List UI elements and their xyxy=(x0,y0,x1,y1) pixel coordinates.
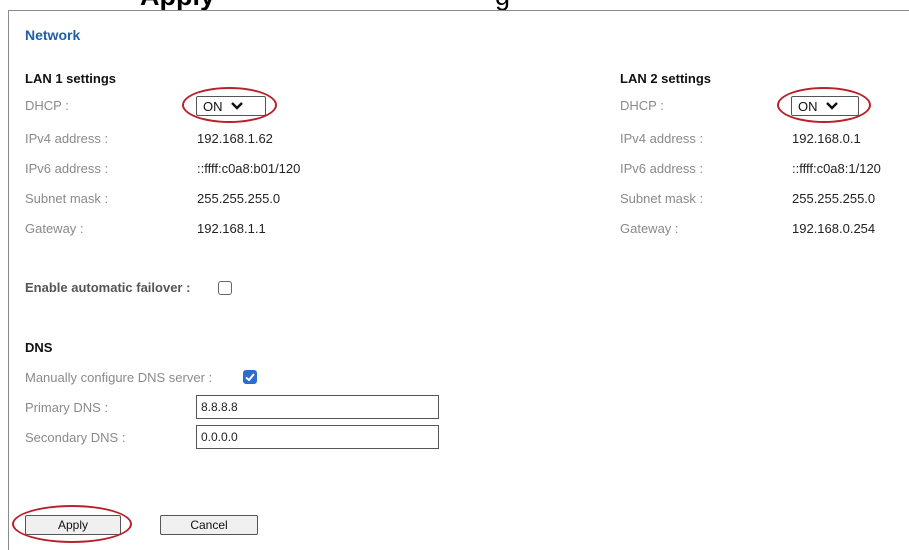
secondary-dns-input[interactable] xyxy=(196,425,439,449)
apply-button-label: Apply xyxy=(57,518,89,532)
lan2-ipv6-value: ::ffff:c0a8:1/120 xyxy=(792,161,881,176)
lan1-dhcp-value: ON xyxy=(203,98,223,114)
dns-manual-label: Manually configure DNS server : xyxy=(25,370,213,385)
page-title: Network xyxy=(25,27,81,43)
cancel-button-label: Cancel xyxy=(190,518,228,532)
dns-manual-checkbox[interactable] xyxy=(243,370,257,384)
failover-checkbox[interactable] xyxy=(218,281,232,295)
lan2-dhcp-value: ON xyxy=(798,98,818,114)
lan2-subnet-value: 255.255.255.0 xyxy=(792,191,876,206)
failover-label: Enable automatic failover : xyxy=(25,280,191,295)
chevron-down-icon xyxy=(825,102,838,110)
lan2-ipv4-label: IPv4 address : xyxy=(620,131,704,146)
top-banner: Apply g xyxy=(140,0,700,10)
secondary-dns-label: Secondary DNS : xyxy=(25,430,126,445)
lan2-ipv4-value: 192.168.0.1 xyxy=(792,131,861,146)
lan1-ipv4-label: IPv4 address : xyxy=(25,131,109,146)
lan1-dhcp-select[interactable]: ON xyxy=(196,96,266,116)
chevron-down-icon xyxy=(230,102,243,110)
lan1-heading: LAN 1 settings xyxy=(25,71,117,86)
primary-dns-input[interactable] xyxy=(196,395,439,419)
lan1-subnet-label: Subnet mask : xyxy=(25,191,109,206)
lan1-dhcp-label: DHCP : xyxy=(25,98,69,113)
lan1-ipv6-label: IPv6 address : xyxy=(25,161,109,176)
lan2-ipv6-label: IPv6 address : xyxy=(620,161,704,176)
lan2-gateway-label: Gateway : xyxy=(620,221,679,236)
check-icon xyxy=(245,373,255,382)
dns-heading: DNS xyxy=(25,340,53,355)
lan2-subnet-label: Subnet mask : xyxy=(620,191,704,206)
cancel-button[interactable]: Cancel xyxy=(160,515,258,535)
lan1-ipv4-value: 192.168.1.62 xyxy=(197,131,273,146)
lan1-subnet-value: 255.255.255.0 xyxy=(197,191,281,206)
lan2-gateway-value: 192.168.0.254 xyxy=(792,221,876,236)
apply-button[interactable]: Apply xyxy=(25,515,121,535)
top-banner-rest: g xyxy=(495,0,510,10)
lan2-heading: LAN 2 settings xyxy=(620,71,712,86)
lan2-dhcp-select[interactable]: ON xyxy=(791,96,859,116)
lan1-gateway-value: 192.168.1.1 xyxy=(197,221,266,236)
top-banner-bold: Apply xyxy=(140,0,215,10)
lan2-dhcp-label: DHCP : xyxy=(620,98,664,113)
primary-dns-label: Primary DNS : xyxy=(25,400,109,415)
lan1-ipv6-value: ::ffff:c0a8:b01/120 xyxy=(197,161,301,176)
lan1-gateway-label: Gateway : xyxy=(25,221,84,236)
